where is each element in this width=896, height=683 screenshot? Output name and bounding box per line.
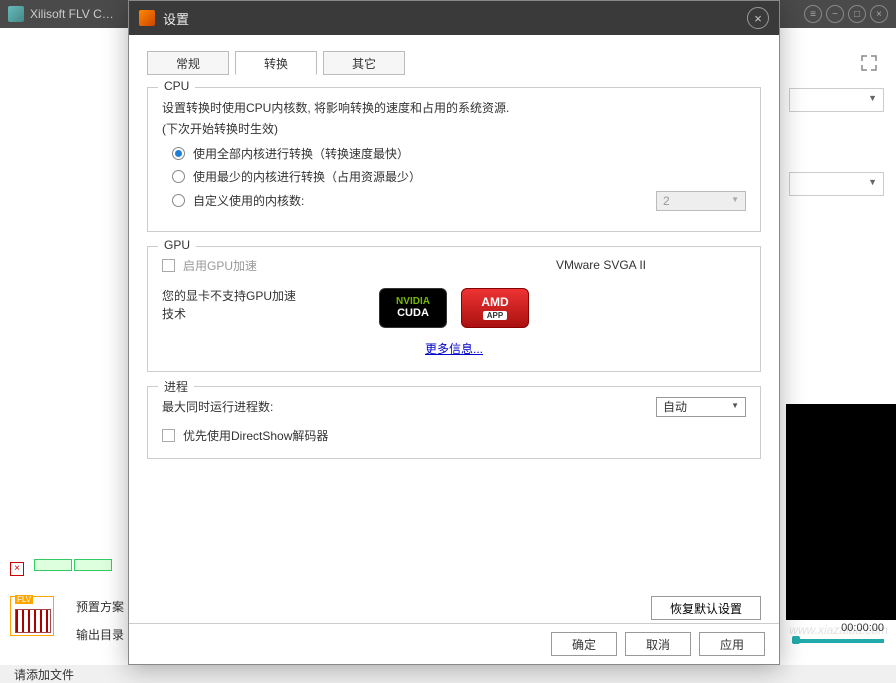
menu-icon[interactable]: ≡ <box>804 5 822 23</box>
gpu-device-name: VMware SVGA II <box>556 258 646 272</box>
cpu-core-select: 2 <box>656 191 746 211</box>
add-file-label: 请添加文件 <box>14 666 74 683</box>
directshow-label: 优先使用DirectShow解码器 <box>183 427 328 444</box>
max-process-select[interactable]: 自动 <box>656 397 746 417</box>
gpu-enable-checkbox <box>162 259 175 272</box>
minimize-icon[interactable]: − <box>826 5 844 23</box>
gpu-fieldset: GPU 启用GPU加速 VMware SVGA II 您的显卡不支持GPU加速技… <box>147 246 761 372</box>
gpu-mid-row: 您的显卡不支持GPU加速技术 NVIDIA CUDA AMD APP <box>162 274 746 336</box>
app-title: Xilisoft FLV C… <box>30 7 114 21</box>
cpu-option-all-label: 使用全部内核进行转换（转换速度最快） <box>193 145 409 162</box>
nvidia-cuda-badge: NVIDIA CUDA <box>379 288 447 328</box>
dropdown-2[interactable] <box>789 172 884 196</box>
process-fieldset: 进程 最大同时运行进程数: 自动 优先使用DirectShow解码器 <box>147 386 761 459</box>
amd-app-badge: AMD APP <box>461 288 529 328</box>
remove-icon[interactable]: × <box>10 562 24 576</box>
bottom-left-panel: × <box>10 558 114 636</box>
cpu-option-all[interactable]: 使用全部内核进行转换（转换速度最快） <box>172 145 746 162</box>
restore-defaults-button[interactable]: 恢复默认设置 <box>651 596 761 620</box>
flv-icon[interactable] <box>10 596 54 636</box>
gpu-enable-label: 启用GPU加速 <box>183 257 257 274</box>
output-label: 输出目录 <box>76 626 124 643</box>
gpu-more-link-row: 更多信息... <box>162 340 746 357</box>
apply-button[interactable]: 应用 <box>699 632 765 656</box>
directshow-checkbox[interactable] <box>162 429 175 442</box>
dialog-title: 设置 <box>163 9 189 28</box>
cpu-desc: 设置转换时使用CPU内核数, 将影响转换的速度和占用的系统资源. <box>162 98 746 120</box>
cpu-option-min[interactable]: 使用最少的内核进行转换（占用资源最少） <box>172 168 746 185</box>
directshow-row[interactable]: 优先使用DirectShow解码器 <box>162 427 746 444</box>
tab-other[interactable]: 其它 <box>323 51 405 75</box>
cpu-option-custom[interactable]: 自定义使用的内核数: 2 <box>172 191 746 211</box>
process-legend: 进程 <box>158 378 194 395</box>
cpu-legend: CPU <box>158 79 195 93</box>
gpu-badges: NVIDIA CUDA AMD APP <box>379 288 529 328</box>
video-slider[interactable] <box>792 638 884 644</box>
preset-label: 预置方案 <box>76 598 124 615</box>
ok-button[interactable]: 确定 <box>551 632 617 656</box>
gpu-legend: GPU <box>158 238 196 252</box>
max-process-row: 最大同时运行进程数: 自动 <box>162 397 746 417</box>
expand-icon[interactable] <box>860 54 878 72</box>
right-dropdowns <box>789 88 884 256</box>
restore-row: 恢复默认设置 <box>651 596 761 620</box>
maximize-icon[interactable]: □ <box>848 5 866 23</box>
cpu-core-value: 2 <box>663 194 670 208</box>
radio-icon[interactable] <box>172 147 185 160</box>
tab-general[interactable]: 常规 <box>147 51 229 75</box>
radio-icon[interactable] <box>172 170 185 183</box>
timeline-mini[interactable] <box>34 558 114 576</box>
max-process-label: 最大同时运行进程数: <box>162 398 273 415</box>
gpu-enable-row: 启用GPU加速 VMware SVGA II <box>162 257 746 274</box>
settings-dialog: 设置 × 常规 转换 其它 CPU 设置转换时使用CPU内核数, 将影响转换的速… <box>128 0 780 665</box>
dialog-footer: 确定 取消 应用 <box>129 623 779 664</box>
dialog-close-icon[interactable]: × <box>747 7 769 29</box>
tabs: 常规 转换 其它 <box>147 51 779 75</box>
cancel-button[interactable]: 取消 <box>625 632 691 656</box>
cpu-option-min-label: 使用最少的内核进行转换（占用资源最少） <box>193 168 421 185</box>
watermark: www.xiazaiba.com <box>789 623 888 637</box>
dropdown-1[interactable] <box>789 88 884 112</box>
radio-icon[interactable] <box>172 194 185 207</box>
dialog-titlebar: 设置 × <box>129 1 779 35</box>
max-process-value: 自动 <box>663 398 687 415</box>
gpu-more-link[interactable]: 更多信息... <box>425 342 483 356</box>
settings-icon <box>139 10 155 26</box>
cpu-note: (下次开始转换时生效) <box>162 120 746 137</box>
close-icon[interactable]: × <box>870 5 888 23</box>
cpu-option-custom-label: 自定义使用的内核数: <box>193 192 304 209</box>
cpu-fieldset: CPU 设置转换时使用CPU内核数, 将影响转换的速度和占用的系统资源. (下次… <box>147 87 761 232</box>
gpu-unsupported-note: 您的显卡不支持GPU加速技术 <box>162 287 302 323</box>
tab-convert[interactable]: 转换 <box>235 51 317 75</box>
window-controls: ≡ − □ × <box>804 5 888 23</box>
dialog-content: CPU 设置转换时使用CPU内核数, 将影响转换的速度和占用的系统资源. (下次… <box>129 75 779 459</box>
video-preview <box>786 404 896 620</box>
app-icon <box>8 6 24 22</box>
